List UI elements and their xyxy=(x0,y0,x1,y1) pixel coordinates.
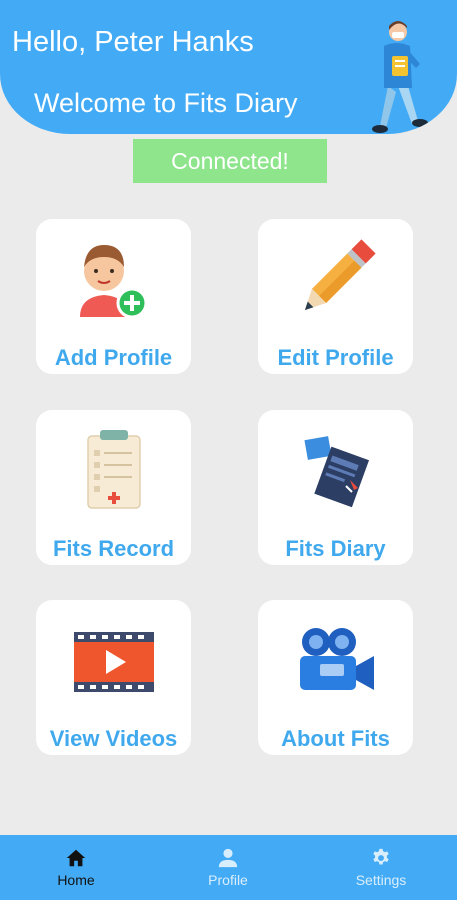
fits-record-button[interactable]: Fits Record xyxy=(36,410,191,565)
connection-status-badge: Connected! xyxy=(133,139,327,183)
nav-profile-label: Profile xyxy=(208,872,248,888)
gear-icon xyxy=(373,848,389,865)
person-icon xyxy=(218,848,238,868)
doctor-illustration-icon xyxy=(372,21,428,133)
view-videos-button[interactable]: View Videos xyxy=(36,600,191,755)
nav-settings-label: Settings xyxy=(355,872,407,888)
add-user-icon xyxy=(80,245,148,319)
pencil-icon xyxy=(304,239,376,311)
fits-record-label: Fits Record xyxy=(52,536,175,561)
fits-diary-label: Fits Diary xyxy=(285,536,386,561)
nav-settings[interactable]: Settings xyxy=(326,835,436,900)
about-fits-button[interactable]: About Fits xyxy=(258,600,413,755)
bottom-navigation-bar: Home Profile Settings xyxy=(0,835,457,900)
fits-diary-button[interactable]: Fits Diary xyxy=(258,410,413,565)
edit-profile-button[interactable]: Edit Profile xyxy=(258,219,413,374)
add-profile-label: Add Profile xyxy=(54,345,173,370)
diary-icon xyxy=(304,436,370,508)
video-camera-icon xyxy=(300,628,374,690)
about-fits-label: About Fits xyxy=(281,726,390,751)
home-icon xyxy=(66,849,86,867)
nav-home-label: Home xyxy=(57,872,95,888)
nav-home[interactable]: Home xyxy=(21,835,131,900)
add-profile-button[interactable]: Add Profile xyxy=(36,219,191,374)
header-banner: Hello, Peter Hanks Welcome to Fits Diary xyxy=(0,0,457,134)
clipboard-icon xyxy=(87,430,141,509)
video-play-icon xyxy=(74,632,154,692)
edit-profile-label: Edit Profile xyxy=(277,345,394,370)
welcome-text: Welcome to Fits Diary xyxy=(34,88,298,118)
view-videos-label: View Videos xyxy=(49,726,178,751)
greeting-text: Hello, Peter Hanks xyxy=(12,26,254,58)
nav-profile[interactable]: Profile xyxy=(173,835,283,900)
